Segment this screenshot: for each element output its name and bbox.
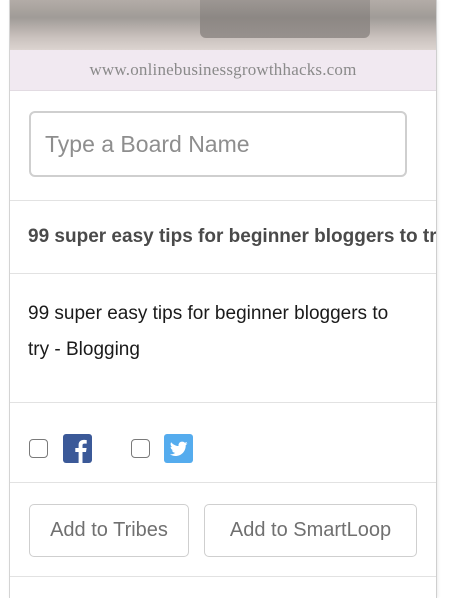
divider	[10, 200, 436, 201]
add-to-tribes-button[interactable]: Add to Tribes	[29, 504, 189, 557]
pin-description[interactable]: 99 super easy tips for beginner bloggers…	[28, 296, 408, 368]
facebook-checkbox[interactable]	[29, 439, 48, 458]
divider	[10, 576, 436, 577]
facebook-icon	[63, 434, 92, 463]
pin-image	[10, 0, 436, 50]
twitter-icon	[164, 434, 193, 463]
twitter-checkbox[interactable]	[131, 439, 150, 458]
divider	[10, 402, 436, 403]
pin-title[interactable]: 99 super easy tips for beginner bloggers…	[28, 226, 436, 248]
divider	[10, 273, 436, 274]
add-to-smartloop-button[interactable]: Add to SmartLoop	[204, 504, 417, 557]
board-name-input[interactable]	[29, 111, 407, 177]
pin-scheduler-panel: www.onlinebusinessgrowthhacks.com 99 sup…	[9, 0, 437, 598]
divider	[10, 482, 436, 483]
pin-watermark: www.onlinebusinessgrowthhacks.com	[10, 50, 436, 91]
